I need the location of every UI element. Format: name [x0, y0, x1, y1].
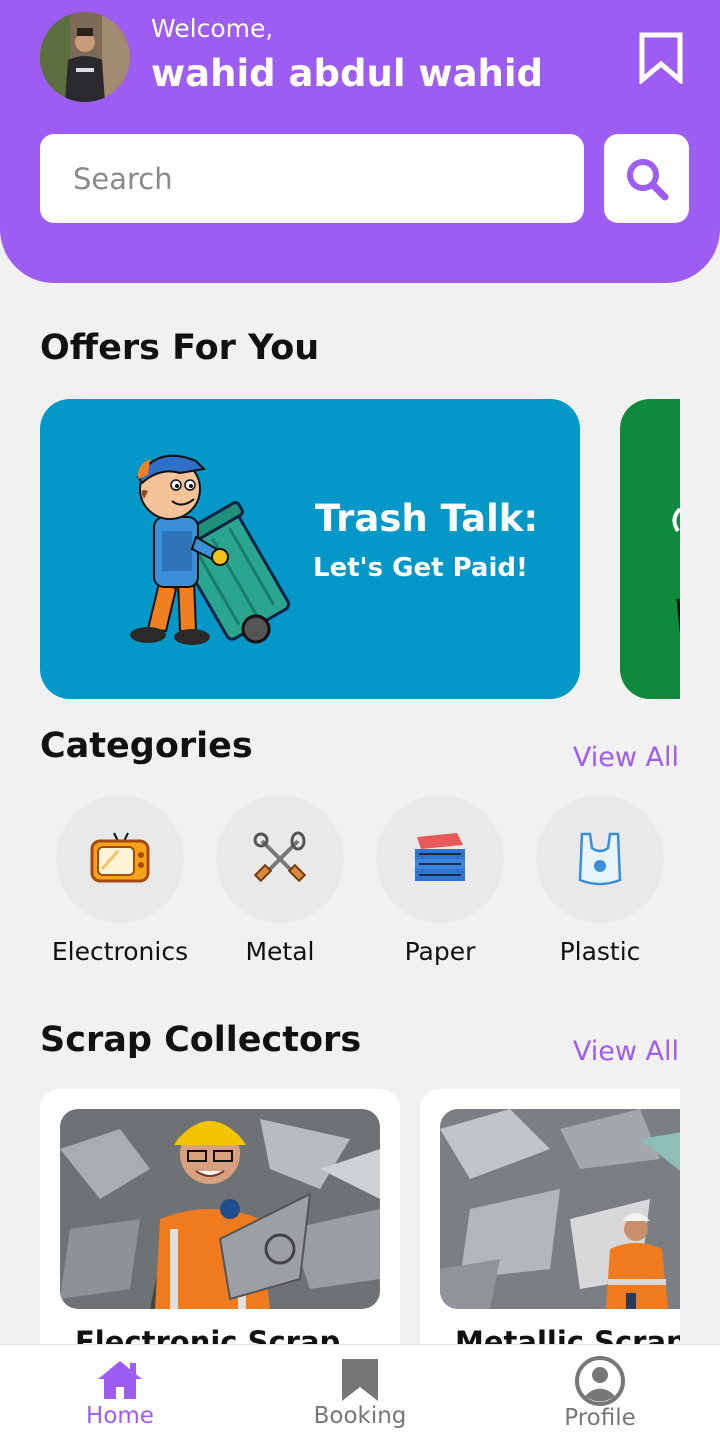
category-electronics[interactable]: Electronics: [45, 795, 195, 966]
plastic-bag-icon: [578, 832, 622, 886]
collector-photo: [60, 1109, 380, 1309]
offer-illustration: [672, 507, 680, 635]
category-label: Electronics: [51, 937, 189, 966]
collectors-carousel[interactable]: Electronic Scrap Metallic Scrap: [40, 1089, 680, 1349]
offer-title: Trash Talk:: [315, 497, 539, 540]
collector-card[interactable]: Metallic Scrap: [420, 1089, 680, 1349]
search-button[interactable]: [604, 134, 689, 223]
collector-card[interactable]: Electronic Scrap: [40, 1089, 400, 1349]
tv-icon: [90, 832, 150, 883]
nav-label-booking: Booking: [313, 1403, 407, 1429]
search-input[interactable]: [40, 134, 584, 223]
categories-title: Categories: [40, 726, 253, 766]
paper-stack-icon: [415, 833, 465, 881]
category-icon-circle: [216, 795, 344, 923]
categories-view-all-link[interactable]: View All: [573, 742, 679, 773]
username: wahid abdul wahid: [151, 52, 544, 95]
nav-label-profile: Profile: [564, 1405, 636, 1431]
category-icon-circle: [56, 795, 184, 923]
profile-icon: [575, 1356, 625, 1406]
home-icon: [98, 1361, 142, 1399]
offer-subtitle: Let's Get Paid!: [313, 553, 528, 583]
collector-photo: [440, 1109, 680, 1309]
offers-carousel[interactable]: Trash Talk: Let's Get Paid!: [40, 399, 680, 699]
nav-item-home[interactable]: Home: [40, 1359, 200, 1429]
collectors-title: Scrap Collectors: [40, 1020, 362, 1060]
bookmark-icon: [342, 1359, 378, 1401]
collectors-view-all-link[interactable]: View All: [573, 1036, 679, 1067]
category-icon-circle: [376, 795, 504, 923]
avatar[interactable]: [40, 12, 130, 102]
category-label: Paper: [404, 937, 476, 966]
category-icon-circle: [536, 795, 664, 923]
offer-card[interactable]: [620, 399, 680, 699]
trash-kid-illustration: [130, 454, 291, 645]
category-plastic[interactable]: Plastic: [525, 795, 675, 966]
category-label: Metal: [245, 937, 315, 966]
metal-tools-icon: [253, 831, 307, 883]
bookmark-button[interactable]: [638, 32, 684, 86]
header: Welcome, wahid abdul wahid: [0, 0, 720, 283]
offers-title: Offers For You: [40, 328, 320, 368]
category-label: Plastic: [559, 937, 641, 966]
offer-card[interactable]: Trash Talk: Let's Get Paid!: [40, 399, 580, 699]
category-paper[interactable]: Paper: [365, 795, 515, 966]
nav-item-booking[interactable]: Booking: [280, 1359, 440, 1429]
category-metal[interactable]: Metal: [205, 795, 355, 966]
welcome-text: Welcome,: [151, 14, 274, 43]
nav-label-home: Home: [86, 1403, 154, 1429]
search-icon: [626, 158, 668, 200]
bookmark-icon: [639, 32, 683, 86]
bottom-nav: Home Booking Profile: [0, 1344, 720, 1440]
nav-item-profile[interactable]: Profile: [520, 1356, 680, 1431]
